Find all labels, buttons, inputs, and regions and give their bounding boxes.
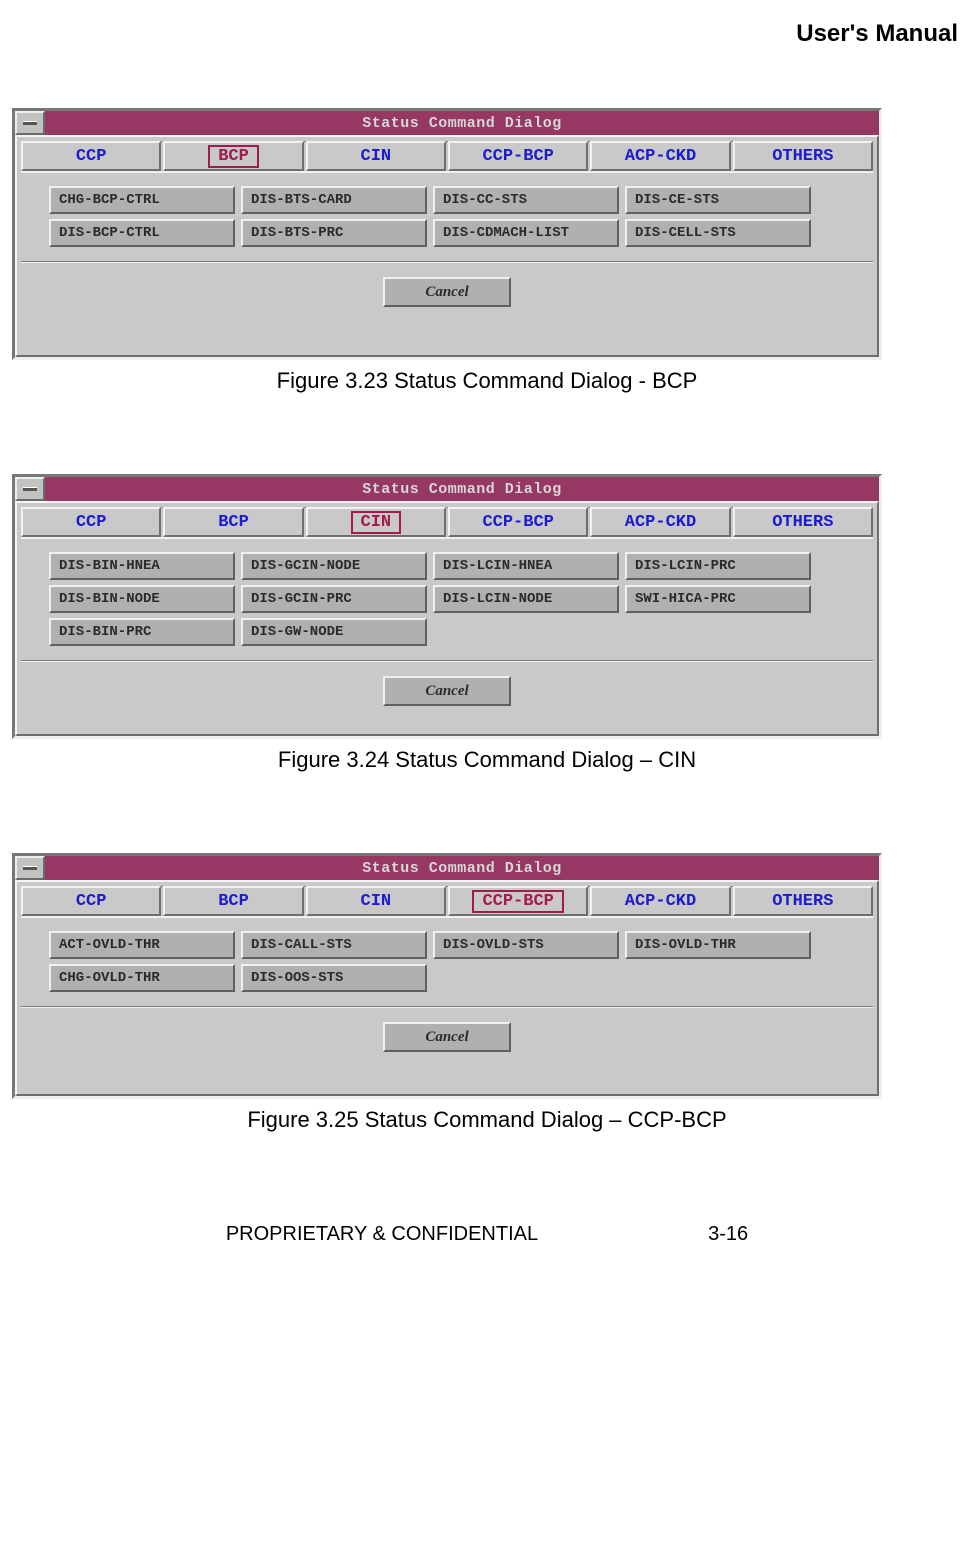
tab-label: ACP-CKD	[615, 513, 706, 532]
tab-cin[interactable]: CIN	[306, 141, 446, 171]
cancel-button[interactable]: Cancel	[383, 676, 511, 706]
separator	[21, 261, 873, 263]
tab-label: CIN	[351, 147, 402, 166]
tab-acp-ckd[interactable]: ACP-CKD	[590, 141, 730, 171]
command-button[interactable]: DIS-BIN-HNEA	[49, 552, 235, 580]
command-button[interactable]: DIS-CDMACH-LIST	[433, 219, 619, 247]
command-button[interactable]: SWI-HICA-PRC	[625, 585, 811, 613]
footer-right: 3-16	[708, 1223, 748, 1246]
tab-others[interactable]: OTHERS	[733, 141, 873, 171]
command-button[interactable]: DIS-CE-STS	[625, 186, 811, 214]
command-button[interactable]: DIS-BCP-CTRL	[49, 219, 235, 247]
tab-ccp-bcp[interactable]: CCP-BCP	[448, 141, 588, 171]
tab-row: CCP BCP CIN CCP-BCP ACP-CKD OTHERS	[21, 507, 873, 539]
dialog-title: Status Command Dialog	[45, 860, 879, 877]
separator	[21, 1006, 873, 1008]
tab-acp-ckd[interactable]: ACP-CKD	[590, 886, 730, 916]
command-button[interactable]: DIS-LCIN-PRC	[625, 552, 811, 580]
command-button[interactable]: DIS-BTS-PRC	[241, 219, 427, 247]
cancel-button[interactable]: Cancel	[383, 1022, 511, 1052]
titlebar: Status Command Dialog	[15, 477, 879, 501]
command-button[interactable]: DIS-BIN-NODE	[49, 585, 235, 613]
figure-caption: Figure 3.24 Status Command Dialog – CIN	[10, 747, 964, 773]
command-grid: CHG-BCP-CTRLDIS-BTS-CARDDIS-CC-STSDIS-CE…	[49, 186, 845, 247]
command-button[interactable]: DIS-OVLD-STS	[433, 931, 619, 959]
tab-others[interactable]: OTHERS	[733, 886, 873, 916]
command-button[interactable]: DIS-CC-STS	[433, 186, 619, 214]
tab-label: BCP	[208, 892, 259, 911]
tab-label: CCP	[66, 147, 117, 166]
command-button[interactable]: DIS-CALL-STS	[241, 931, 427, 959]
tab-label: CCP-BCP	[472, 890, 563, 913]
titlebar: Status Command Dialog	[15, 111, 879, 135]
tab-label: OTHERS	[762, 892, 843, 911]
command-button[interactable]: DIS-OVLD-THR	[625, 931, 811, 959]
status-command-dialog: Status Command Dialog CCP BCP CIN CCP-BCP ACP…	[12, 853, 882, 1099]
tab-label: ACP-CKD	[615, 892, 706, 911]
tab-ccp-bcp[interactable]: CCP-BCP	[448, 886, 588, 916]
command-button[interactable]: DIS-BTS-CARD	[241, 186, 427, 214]
titlebar: Status Command Dialog	[15, 856, 879, 880]
tab-label: OTHERS	[762, 513, 843, 532]
tab-bcp[interactable]: BCP	[163, 507, 303, 537]
status-command-dialog: Status Command Dialog CCP BCP CIN CCP-BCP ACP…	[12, 108, 882, 360]
tab-bcp[interactable]: BCP	[163, 886, 303, 916]
cancel-button[interactable]: Cancel	[383, 277, 511, 307]
window-menu-icon[interactable]	[15, 477, 45, 501]
window-menu-icon[interactable]	[15, 856, 45, 880]
tab-label: BCP	[208, 145, 259, 168]
tab-others[interactable]: OTHERS	[733, 507, 873, 537]
separator	[21, 660, 873, 662]
tab-label: CCP	[66, 892, 117, 911]
tab-label: CCP-BCP	[472, 513, 563, 532]
tab-cin[interactable]: CIN	[306, 507, 446, 537]
footer-left: PROPRIETARY & CONFIDENTIAL	[226, 1223, 538, 1246]
tab-ccp-bcp[interactable]: CCP-BCP	[448, 507, 588, 537]
tab-label: CCP-BCP	[472, 147, 563, 166]
command-button[interactable]: DIS-GCIN-NODE	[241, 552, 427, 580]
dialog-title: Status Command Dialog	[45, 115, 879, 132]
tab-label: ACP-CKD	[615, 147, 706, 166]
tab-label: BCP	[208, 513, 259, 532]
page-header: User's Manual	[10, 20, 964, 48]
command-button[interactable]: DIS-BIN-PRC	[49, 618, 235, 646]
tab-ccp[interactable]: CCP	[21, 507, 161, 537]
tab-row: CCP BCP CIN CCP-BCP ACP-CKD OTHERS	[21, 886, 873, 918]
dialog-title: Status Command Dialog	[45, 481, 879, 498]
tab-label: CIN	[351, 511, 402, 534]
command-button[interactable]: DIS-OOS-STS	[241, 964, 427, 992]
tab-row: CCP BCP CIN CCP-BCP ACP-CKD OTHERS	[21, 141, 873, 173]
tab-bcp[interactable]: BCP	[163, 141, 303, 171]
figure-caption: Figure 3.23 Status Command Dialog - BCP	[10, 368, 964, 394]
tab-acp-ckd[interactable]: ACP-CKD	[590, 507, 730, 537]
tab-ccp[interactable]: CCP	[21, 886, 161, 916]
command-button[interactable]: DIS-LCIN-NODE	[433, 585, 619, 613]
command-button[interactable]: ACT-OVLD-THR	[49, 931, 235, 959]
figure-caption: Figure 3.25 Status Command Dialog – CCP-…	[10, 1107, 964, 1133]
command-button[interactable]: CHG-OVLD-THR	[49, 964, 235, 992]
window-menu-icon[interactable]	[15, 111, 45, 135]
tab-label: CCP	[66, 513, 117, 532]
command-button[interactable]: DIS-GCIN-PRC	[241, 585, 427, 613]
status-command-dialog: Status Command Dialog CCP BCP CIN CCP-BCP ACP…	[12, 474, 882, 739]
command-grid: DIS-BIN-HNEADIS-GCIN-NODEDIS-LCIN-HNEADI…	[49, 552, 845, 646]
command-button[interactable]: CHG-BCP-CTRL	[49, 186, 235, 214]
tab-label: CIN	[351, 892, 402, 911]
command-grid: ACT-OVLD-THRDIS-CALL-STSDIS-OVLD-STSDIS-…	[49, 931, 845, 992]
tab-ccp[interactable]: CCP	[21, 141, 161, 171]
tab-cin[interactable]: CIN	[306, 886, 446, 916]
page-footer: PROPRIETARY & CONFIDENTIAL 3-16	[10, 1223, 964, 1246]
command-button[interactable]: DIS-CELL-STS	[625, 219, 811, 247]
command-button[interactable]: DIS-GW-NODE	[241, 618, 427, 646]
command-button[interactable]: DIS-LCIN-HNEA	[433, 552, 619, 580]
tab-label: OTHERS	[762, 147, 843, 166]
